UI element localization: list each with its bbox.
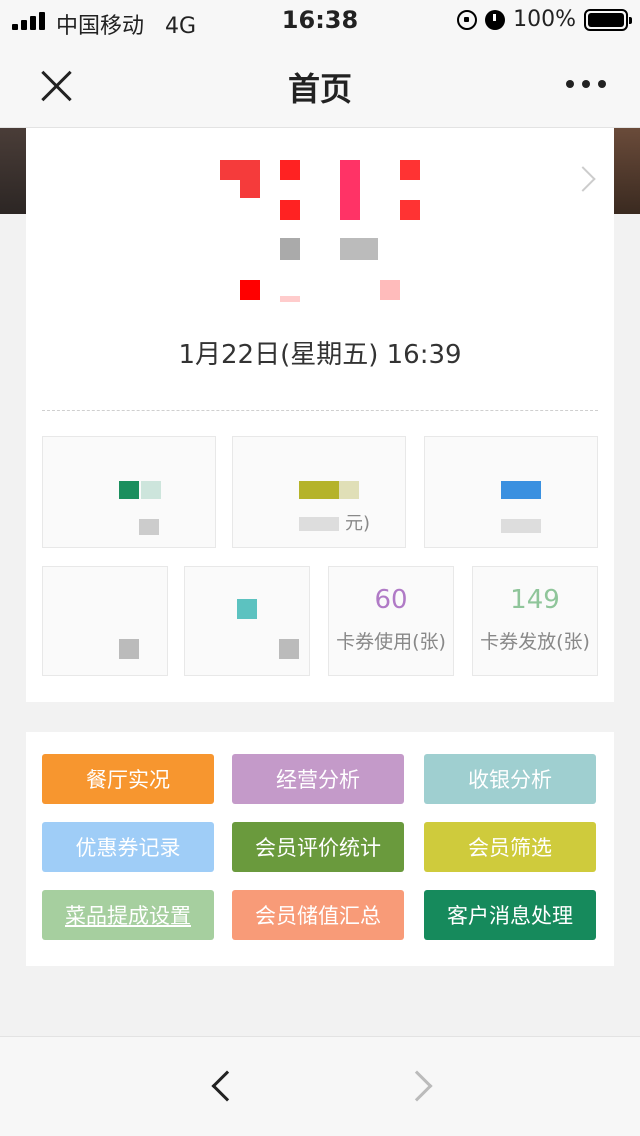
bottom-nav-bar [0,1036,640,1136]
member-review-stats-button[interactable]: 会员评价统计 [232,822,404,872]
stat-box-2[interactable]: 元) [232,436,406,548]
stat-box-1[interactable] [42,436,216,548]
rotation-lock-icon [457,9,478,30]
coupon-records-button[interactable]: 优惠券记录 [42,822,214,872]
cashier-analysis-button[interactable]: 收银分析 [424,754,596,804]
back-arrow-icon[interactable] [211,1070,243,1102]
dish-commission-button[interactable]: 菜品提成设置 [42,890,214,940]
battery-percent: 100% [513,7,576,32]
stat-box-3[interactable] [424,436,598,548]
member-filter-button[interactable]: 会员筛选 [424,822,596,872]
dashboard-card: 1月22日(星期五) 16:39 元) 60 卡券使用(张) 149 卡券发放(… [26,128,614,702]
actions-card: 餐厅实况 经营分析 收银分析 优惠券记录 会员评价统计 会员筛选 菜品提成设置 … [26,732,614,966]
alarm-icon [485,9,506,30]
unit-label: 元) [345,513,371,534]
nav-bar: 首页 [0,42,640,128]
date-time: 1月22日(星期五) 16:39 [178,340,462,370]
customer-messages-button[interactable]: 客户消息处理 [424,890,596,940]
business-analysis-button[interactable]: 经营分析 [232,754,404,804]
member-stored-value-button[interactable]: 会员储值汇总 [232,890,404,940]
more-icon[interactable] [566,80,606,88]
status-right: 100% [457,7,632,32]
stat-value: 149 [510,585,560,615]
stat-label: 卡券使用(张) [336,631,446,653]
chevron-right-icon[interactable] [570,166,596,192]
stat-coupon-used[interactable]: 60 卡券使用(张) [328,566,454,676]
page-title: 首页 [287,70,352,108]
stat-label: 卡券发放(张) [480,631,590,653]
restaurant-live-button[interactable]: 餐厅实况 [42,754,214,804]
stat-box-5[interactable] [184,566,310,676]
status-bar: 中国移动 4G 16:38 100% [0,0,640,42]
stat-coupon-issued[interactable]: 149 卡券发放(张) [472,566,598,676]
battery-icon [584,8,632,31]
stat-box-4[interactable] [42,566,168,676]
forward-arrow-icon[interactable] [401,1070,433,1102]
stat-value: 60 [374,585,408,615]
background-strip-left [0,128,26,214]
background-strip-right [614,128,640,214]
divider [42,410,598,411]
